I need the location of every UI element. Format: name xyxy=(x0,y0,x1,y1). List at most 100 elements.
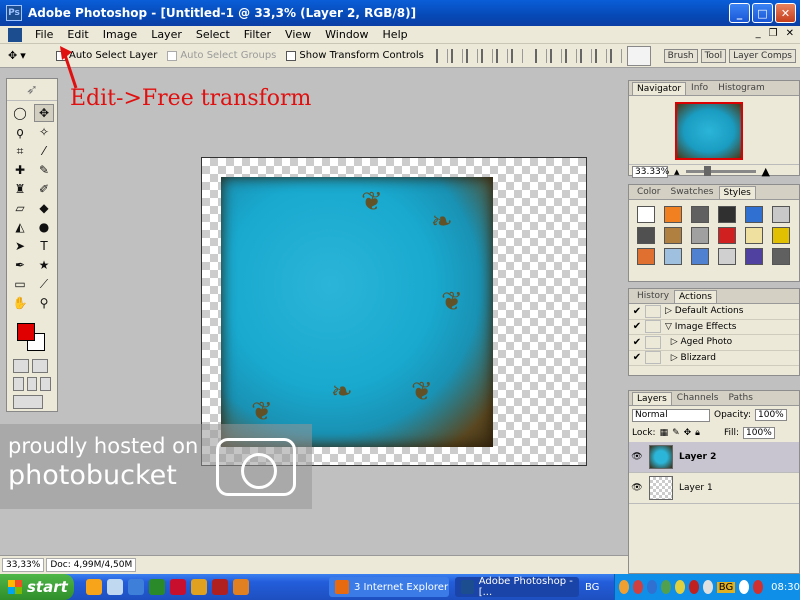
checkmark-icon[interactable]: ✔ xyxy=(629,352,645,363)
app-icon[interactable] xyxy=(191,579,207,595)
style-swatch[interactable] xyxy=(772,206,790,223)
doc-minimize-icon[interactable]: _ xyxy=(756,28,761,39)
tool-preset-picker[interactable]: ✥ ▾ xyxy=(8,47,46,65)
style-swatch[interactable] xyxy=(745,248,763,265)
disclosure-icon[interactable]: ▷ xyxy=(665,306,675,316)
shape-tool-icon[interactable]: ★ xyxy=(34,256,54,274)
tab-paths[interactable]: Paths xyxy=(723,391,757,405)
tray-icon[interactable] xyxy=(688,580,699,594)
zoom-tool-icon[interactable]: ⚲ xyxy=(34,294,54,312)
action-row[interactable]: ✔ ▷ Blizzard xyxy=(629,351,799,366)
style-swatch[interactable] xyxy=(772,248,790,265)
layer-row-layer-2[interactable]: 👁︎ Layer 2 xyxy=(629,442,799,473)
paint-bucket-icon[interactable]: ◆ xyxy=(34,199,54,217)
visibility-eye-icon[interactable]: 👁︎ xyxy=(629,452,645,462)
style-swatch[interactable] xyxy=(772,227,790,244)
slice-tool-icon[interactable]: ⁄ xyxy=(34,142,54,160)
pen-tool-icon[interactable]: ✒ xyxy=(10,256,30,274)
status-doc-size[interactable]: Doc: 4,99M/4,50M xyxy=(46,558,137,572)
style-swatch[interactable] xyxy=(745,227,763,244)
notes-tool-icon[interactable]: ▭ xyxy=(10,275,30,293)
disclosure-icon[interactable]: ▽ xyxy=(665,322,675,332)
menu-image[interactable]: Image xyxy=(96,28,144,41)
style-swatch[interactable] xyxy=(691,206,709,223)
screen-mode-1-icon[interactable] xyxy=(13,377,24,391)
distribute-bottom-icon[interactable] xyxy=(564,48,577,63)
messenger-icon[interactable] xyxy=(107,579,123,595)
tab-actions[interactable]: Actions xyxy=(674,290,717,303)
lasso-tool-icon[interactable]: ϙ xyxy=(10,123,30,141)
internet-explorer-icon[interactable] xyxy=(128,579,144,595)
menu-window[interactable]: Window xyxy=(318,28,375,41)
tray-icon[interactable] xyxy=(619,580,629,594)
brush-tool-icon[interactable]: ✎ xyxy=(34,161,54,179)
checkmark-icon[interactable]: ✔ xyxy=(629,321,645,332)
tray-icon[interactable] xyxy=(674,580,685,594)
align-vcenter-icon[interactable] xyxy=(450,48,463,63)
distribute-left-icon[interactable] xyxy=(579,48,592,63)
menu-select[interactable]: Select xyxy=(189,28,237,41)
menu-view[interactable]: View xyxy=(278,28,318,41)
blur-tool-icon[interactable]: ◭ xyxy=(10,218,30,236)
tab-layers[interactable]: Layers xyxy=(632,392,672,405)
distribute-vcenter-icon[interactable] xyxy=(549,48,562,63)
checkmark-icon[interactable]: ✔ xyxy=(629,306,645,317)
crop-tool-icon[interactable]: ⌗ xyxy=(10,142,30,160)
tab-swatches[interactable]: Swatches xyxy=(666,185,719,199)
doc-close-icon[interactable]: ✕ xyxy=(786,28,794,39)
healing-brush-icon[interactable]: ✚ xyxy=(10,161,30,179)
style-swatch[interactable] xyxy=(637,248,655,265)
firefox-icon[interactable] xyxy=(86,579,102,595)
distribute-right-icon[interactable] xyxy=(609,48,622,63)
tab-info[interactable]: Info xyxy=(686,81,713,95)
type-tool-icon[interactable]: T xyxy=(34,237,54,255)
jump-to-imageready-icon[interactable] xyxy=(13,395,43,409)
standard-mode-icon[interactable] xyxy=(13,359,29,373)
doc-restore-icon[interactable]: ❐ xyxy=(769,28,778,39)
style-swatch[interactable] xyxy=(718,227,736,244)
style-swatch[interactable] xyxy=(718,206,736,223)
style-swatch[interactable] xyxy=(718,248,736,265)
align-left-icon[interactable] xyxy=(480,48,493,63)
start-button[interactable]: start xyxy=(0,574,74,600)
app-icon[interactable] xyxy=(149,579,165,595)
maximize-button[interactable]: □ xyxy=(752,3,773,23)
disclosure-icon[interactable]: ▷ xyxy=(665,337,681,347)
foreground-color-swatch[interactable] xyxy=(17,323,35,341)
eraser-tool-icon[interactable]: ▱ xyxy=(10,199,30,217)
palette-tab-layer-comps[interactable]: Layer Comps xyxy=(729,49,796,63)
dodge-tool-icon[interactable]: ● xyxy=(34,218,54,236)
style-swatch[interactable] xyxy=(745,206,763,223)
history-brush-icon[interactable]: ✐ xyxy=(34,180,54,198)
palette-tab-tool[interactable]: Tool xyxy=(700,49,727,63)
style-swatch[interactable] xyxy=(664,248,682,265)
style-swatch[interactable] xyxy=(691,227,709,244)
action-set-row[interactable]: ✔ ▽ Image Effects xyxy=(629,320,799,335)
distribute-hcenter-icon[interactable] xyxy=(594,48,607,63)
eyedropper-icon[interactable]: ⟋ xyxy=(34,275,54,293)
style-swatch[interactable] xyxy=(664,227,682,244)
layer-row-layer-1[interactable]: 👁︎ Layer 1 xyxy=(629,473,799,504)
tray-icon[interactable] xyxy=(632,580,643,594)
opacity-field[interactable]: 100% xyxy=(755,409,787,421)
checkbox-box[interactable] xyxy=(286,50,297,61)
action-row[interactable]: ✔ ▷ Aged Photo xyxy=(629,335,799,351)
lock-image-icon[interactable]: ✎ xyxy=(672,428,680,438)
tab-histogram[interactable]: Histogram xyxy=(713,81,770,95)
document-icon[interactable] xyxy=(8,27,22,42)
menu-edit[interactable]: Edit xyxy=(60,28,95,41)
tab-styles[interactable]: Styles xyxy=(718,186,756,199)
menu-filter[interactable]: Filter xyxy=(237,28,278,41)
app-icon[interactable] xyxy=(233,579,249,595)
align-top-icon[interactable] xyxy=(435,48,448,63)
move-tool-icon[interactable]: ✥ xyxy=(34,104,54,122)
taskbar-item-internet-explorer[interactable]: 3 Internet Explorer xyxy=(329,577,449,597)
screen-mode-3-icon[interactable] xyxy=(40,377,52,391)
file-browser-icon[interactable] xyxy=(626,46,651,66)
uk-flag-icon[interactable] xyxy=(170,579,186,595)
tab-channels[interactable]: Channels xyxy=(672,391,724,405)
menu-help[interactable]: Help xyxy=(376,28,415,41)
zoom-slider[interactable] xyxy=(685,166,756,176)
app-icon[interactable] xyxy=(212,579,228,595)
align-bottom-icon[interactable] xyxy=(465,48,478,63)
